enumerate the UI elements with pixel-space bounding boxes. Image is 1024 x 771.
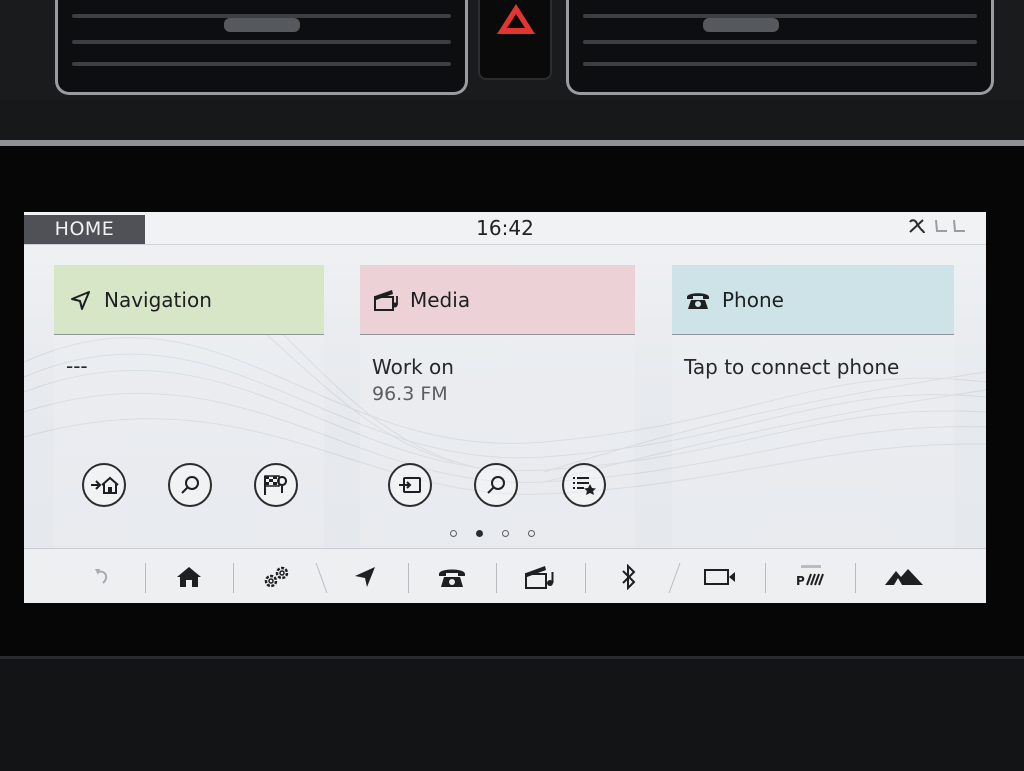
home-button[interactable] (159, 549, 219, 603)
media-station: 96.3 FM (372, 383, 448, 405)
navigation-destination: --- (66, 354, 88, 378)
right-air-vent (566, 0, 994, 95)
navigation-title: Navigation (104, 287, 212, 312)
page-dot[interactable] (502, 530, 509, 537)
media-button[interactable] (510, 549, 570, 603)
navigation-search-button[interactable] (168, 463, 212, 507)
phone-icon (682, 284, 714, 316)
home-icon (177, 566, 201, 587)
terrain-response-icon (885, 568, 923, 585)
camera-button[interactable] (690, 549, 750, 603)
clock: 16:42 (476, 216, 534, 240)
search-icon (487, 476, 505, 494)
page-dot[interactable] (450, 530, 457, 537)
media-source-button[interactable] (388, 463, 432, 507)
search-icon (181, 476, 199, 494)
phone-card-header[interactable]: Phone (672, 265, 954, 335)
page-dot[interactable] (528, 530, 535, 537)
seat-heating-icon (935, 219, 965, 232)
left-air-vent (55, 0, 468, 95)
status-icons (908, 218, 968, 234)
page-indicator (450, 530, 535, 537)
terrain-response-button[interactable] (874, 549, 934, 603)
phone-button[interactable] (422, 549, 482, 603)
no-phone-icon (909, 219, 925, 234)
infotainment-screen: HOME 16:42 Navigation --- Media Work on … (24, 212, 986, 603)
navigate-home-icon (91, 476, 119, 494)
media-clapper-icon (370, 284, 402, 316)
status-bar: HOME 16:42 (24, 212, 986, 245)
bottom-navigation-bar: P (24, 548, 986, 603)
navigation-arrow-icon (355, 566, 375, 587)
dashboard-top (0, 0, 1024, 100)
destination-flag-icon (264, 475, 288, 495)
phone-status[interactable]: Tap to connect phone (684, 355, 899, 379)
page-dot-active[interactable] (476, 530, 483, 537)
media-program: Work on (372, 355, 454, 379)
source-input-icon (399, 477, 421, 493)
media-search-button[interactable] (474, 463, 518, 507)
navigate-home-button[interactable] (82, 463, 126, 507)
media-title: Media (410, 287, 471, 312)
svg-text:P: P (796, 574, 805, 588)
settings-button[interactable] (247, 549, 307, 603)
hazard-button[interactable] (478, 0, 552, 80)
media-card-header[interactable]: Media (360, 265, 635, 335)
parking-aid-button[interactable]: P (781, 549, 841, 603)
bluetooth-button[interactable] (599, 549, 659, 603)
settings-gears-icon (264, 566, 289, 587)
back-button[interactable] (72, 549, 132, 603)
media-favorites-button[interactable] (562, 463, 606, 507)
navigation-card-header[interactable]: Navigation (54, 265, 324, 335)
dashboard-lower-trim (0, 656, 1024, 771)
phone-title: Phone (722, 287, 784, 312)
bluetooth-icon (622, 563, 636, 590)
destination-button[interactable] (254, 463, 298, 507)
media-clapper-icon (525, 565, 554, 589)
parking-aid-icon: P (796, 564, 824, 588)
favorites-list-icon (573, 477, 596, 495)
navigation-button[interactable] (335, 549, 395, 603)
back-icon (95, 568, 108, 584)
navigation-arrow-icon (64, 284, 96, 316)
camera-icon (704, 568, 735, 585)
phone-icon (439, 569, 465, 587)
